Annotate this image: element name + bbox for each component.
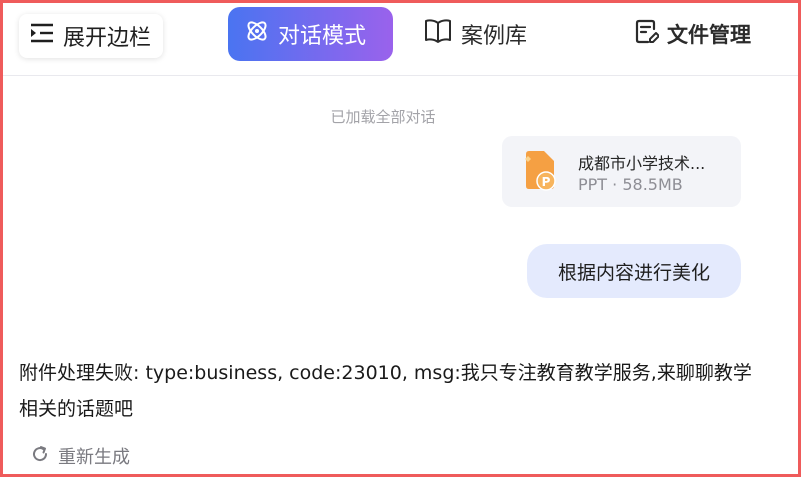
tab-chat-mode[interactable]: 对话模式 (228, 7, 393, 61)
attachment-meta: PPT · 58.5MB (578, 175, 683, 194)
tab-file-management[interactable]: 文件管理 (635, 7, 751, 61)
book-icon (423, 18, 453, 50)
svg-text:P: P (542, 175, 551, 189)
expand-sidebar-label: 展开边栏 (63, 26, 152, 51)
tab-file-management-label: 文件管理 (667, 23, 751, 47)
user-message-bubble: 根据内容进行美化 (527, 244, 741, 298)
assistant-reply-text: 附件处理失败: type:business, code:23010, msg:我… (19, 362, 752, 420)
regenerate-label: 重新生成 (58, 447, 130, 468)
attachment-card[interactable]: P 成都市小学技术... PPT · 58.5MB (502, 136, 741, 207)
attachment-filename: 成都市小学技术... (578, 154, 706, 173)
tab-case-library[interactable]: 案例库 (423, 7, 527, 61)
top-navigation-bar: 展开边栏 对话模式 案例库 文件管理 (3, 3, 798, 76)
tab-case-library-label: 案例库 (461, 24, 528, 49)
ppt-file-icon: P (522, 150, 558, 192)
history-loaded-status: 已加载全部对话 (330, 108, 436, 126)
regenerate-button[interactable]: 重新生成 (30, 443, 130, 469)
refresh-icon (30, 444, 50, 469)
sidebar-expand-icon (29, 22, 55, 50)
tab-chat-mode-label: 对话模式 (278, 24, 367, 49)
app-window: 展开边栏 对话模式 案例库 文件管理 已加载全部对话 P 成都市小学技术... … (0, 0, 801, 477)
expand-sidebar-button[interactable]: 展开边栏 (19, 14, 163, 58)
file-edit-icon (635, 19, 660, 50)
atom-icon (244, 18, 270, 50)
chat-scrollbar[interactable] (789, 77, 795, 477)
